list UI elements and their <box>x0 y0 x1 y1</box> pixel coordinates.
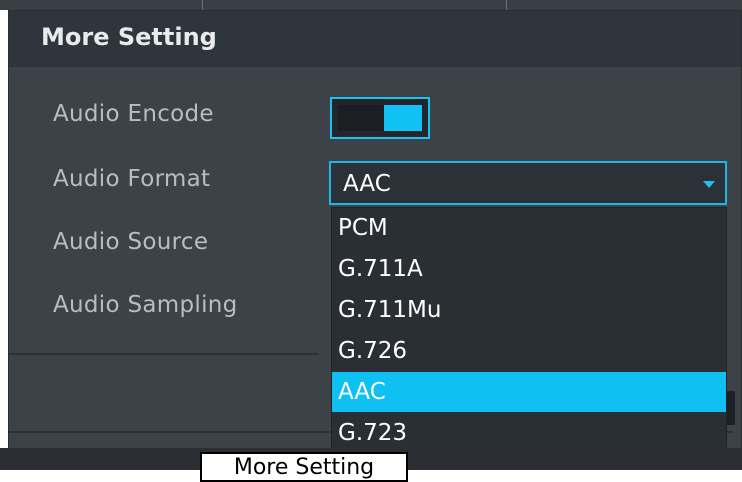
format-option-aac[interactable]: AAC <box>332 372 726 412</box>
audio-source-label: Audio Source <box>53 229 209 255</box>
dropdown-arrow-icon[interactable] <box>703 181 715 188</box>
format-option-pcm[interactable]: PCM <box>332 208 726 248</box>
format-option-g726[interactable]: G.726 <box>332 331 726 371</box>
dialog-header: More Setting <box>9 11 741 67</box>
format-option-g711mu[interactable]: G.711Mu <box>332 290 726 330</box>
format-option-g723[interactable]: G.723 <box>332 413 726 453</box>
audio-format-label: Audio Format <box>53 166 211 192</box>
background-more-setting-button[interactable]: More Setting <box>200 452 408 482</box>
toggle-track <box>338 105 384 131</box>
audio-format-dropdown: PCM G.711A G.711Mu G.726 AAC G.723 <box>331 207 727 455</box>
background-divider <box>506 0 507 10</box>
divider <box>9 353 319 355</box>
audio-encode-label: Audio Encode <box>53 101 214 127</box>
background-divider <box>202 0 203 10</box>
audio-format-select[interactable]: AAC <box>329 161 727 205</box>
format-option-g711a[interactable]: G.711A <box>332 249 726 289</box>
audio-encode-toggle[interactable] <box>330 97 430 139</box>
toggle-knob <box>384 105 422 131</box>
audio-format-value: AAC <box>343 171 391 197</box>
more-setting-dialog: More Setting Audio Encode Audio Format A… <box>8 10 742 455</box>
dialog-right-button-edge <box>727 391 735 425</box>
dialog-title: More Setting <box>41 23 217 51</box>
audio-sampling-label: Audio Sampling <box>53 292 238 318</box>
background-top-bar <box>0 0 742 10</box>
